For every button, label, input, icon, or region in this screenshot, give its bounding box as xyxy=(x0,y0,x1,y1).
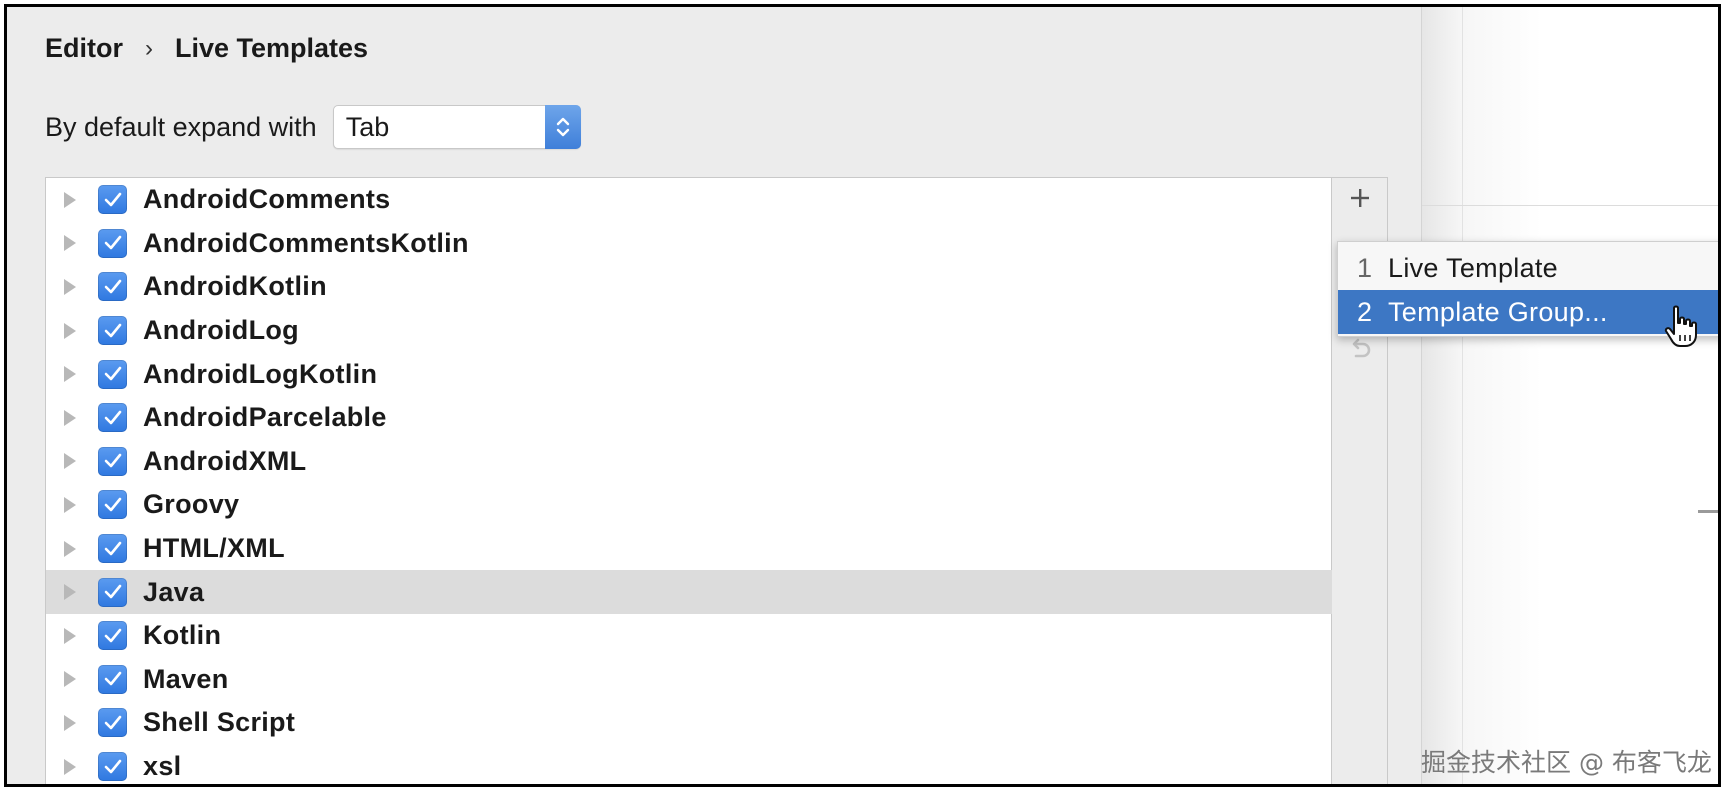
group-checkbox[interactable] xyxy=(98,664,127,694)
checkmark-icon xyxy=(104,192,121,207)
group-checkbox[interactable] xyxy=(98,185,127,215)
group-checkbox[interactable] xyxy=(98,228,127,258)
group-checkbox[interactable] xyxy=(98,359,127,389)
expand-arrow-icon[interactable] xyxy=(64,409,76,426)
template-group-label: AndroidComments xyxy=(143,184,391,215)
expand-arrow-icon[interactable] xyxy=(64,671,76,688)
template-group-label: Shell Script xyxy=(143,707,296,738)
group-checkbox[interactable] xyxy=(98,403,127,433)
menu-item-label: Live Template xyxy=(1388,252,1558,283)
expand-arrow-icon[interactable] xyxy=(64,366,76,383)
template-group-row[interactable]: AndroidLog xyxy=(46,309,1333,353)
expand-arrow-icon[interactable] xyxy=(64,584,76,601)
template-group-row[interactable]: AndroidCommentsKotlin xyxy=(46,222,1333,266)
group-checkbox[interactable] xyxy=(98,534,127,564)
menu-item-live-template[interactable]: 1 Live Template xyxy=(1338,246,1718,290)
expand-arrow-icon[interactable] xyxy=(64,191,76,208)
menu-item-number: 1 xyxy=(1356,252,1372,283)
expand-arrow-icon[interactable] xyxy=(64,758,76,775)
template-group-label: Java xyxy=(143,576,205,607)
template-group-row[interactable]: Groovy xyxy=(46,483,1333,527)
template-group-label: AndroidLog xyxy=(143,315,299,346)
checkmark-icon xyxy=(104,279,121,294)
checkmark-icon xyxy=(104,454,121,468)
checkmark-icon xyxy=(104,497,121,512)
expand-arrow-icon[interactable] xyxy=(64,714,76,731)
template-group-label: Maven xyxy=(143,663,229,694)
template-group-row[interactable]: Java xyxy=(46,570,1333,614)
template-group-row[interactable]: HTML/XML xyxy=(46,527,1333,571)
template-group-row[interactable]: Maven xyxy=(46,658,1333,702)
expand-arrow-icon[interactable] xyxy=(64,278,76,295)
template-group-row[interactable]: AndroidComments xyxy=(46,178,1333,222)
group-checkbox[interactable] xyxy=(98,708,127,738)
checkmark-icon xyxy=(104,410,121,425)
template-group-label: HTML/XML xyxy=(143,533,285,564)
template-group-row[interactable]: AndroidLogKotlin xyxy=(46,352,1333,396)
template-group-label: AndroidParcelable xyxy=(143,402,387,433)
expand-arrow-icon[interactable] xyxy=(64,322,76,339)
checkmark-icon xyxy=(104,759,121,773)
group-checkbox[interactable] xyxy=(98,577,127,607)
breadcrumb: Editor › Live Templates xyxy=(45,33,368,64)
divider xyxy=(1462,7,1463,784)
checkmark-icon xyxy=(104,236,121,250)
expand-arrow-icon[interactable] xyxy=(64,540,76,557)
breadcrumb-separator: › xyxy=(145,34,153,62)
menu-item-number: 2 xyxy=(1356,296,1372,327)
group-checkbox[interactable] xyxy=(98,316,127,346)
template-group-row[interactable]: xsl xyxy=(46,745,1333,784)
checkmark-icon xyxy=(104,628,121,643)
group-checkbox[interactable] xyxy=(98,446,127,476)
template-group-label: AndroidXML xyxy=(143,445,307,476)
group-checkbox[interactable] xyxy=(98,752,127,782)
watermark: 掘金技术社区 @ 布客飞龙 xyxy=(1421,748,1712,777)
checkmark-icon xyxy=(104,366,121,381)
expand-with-label: By default expand with xyxy=(45,111,317,142)
plus-icon xyxy=(1351,189,1369,207)
template-group-row[interactable]: Kotlin xyxy=(46,614,1333,658)
live-templates-panel: Editor › Live Templates By default expan… xyxy=(7,7,1421,784)
settings-window: Editor › Live Templates By default expan… xyxy=(4,4,1721,787)
splitter-handle[interactable] xyxy=(1698,510,1718,513)
template-group-row[interactable]: AndroidParcelable xyxy=(46,396,1333,440)
template-group-row[interactable]: Shell Script xyxy=(46,701,1333,745)
template-group-label: Groovy xyxy=(143,489,240,520)
checkmark-icon xyxy=(104,323,121,337)
breadcrumb-editor[interactable]: Editor xyxy=(45,33,123,64)
template-groups-rows: AndroidComments AndroidCommentsKotlin Andr… xyxy=(46,178,1333,784)
template-group-row[interactable]: AndroidXML xyxy=(46,440,1333,484)
template-details-panel xyxy=(1421,7,1718,784)
add-button[interactable] xyxy=(1332,178,1388,218)
menu-item-label: Template Group... xyxy=(1388,296,1608,327)
template-groups-list[interactable]: AndroidComments AndroidCommentsKotlin Andr… xyxy=(45,177,1333,784)
template-group-label: AndroidKotlin xyxy=(143,271,327,302)
expand-arrow-icon[interactable] xyxy=(64,496,76,513)
expand-arrow-icon[interactable] xyxy=(64,453,76,470)
template-group-label: xsl xyxy=(143,751,182,782)
group-checkbox[interactable] xyxy=(98,490,127,520)
divider xyxy=(1422,205,1718,206)
template-group-label: Kotlin xyxy=(143,620,222,651)
checkmark-icon xyxy=(104,584,121,599)
checkmark-icon xyxy=(104,672,121,686)
checkmark-icon xyxy=(104,541,121,555)
template-group-row[interactable]: AndroidKotlin xyxy=(46,265,1333,309)
template-group-label: AndroidCommentsKotlin xyxy=(143,227,469,258)
expand-with-row: By default expand with Tab xyxy=(45,105,581,149)
group-checkbox[interactable] xyxy=(98,621,127,651)
template-group-label: AndroidLogKotlin xyxy=(143,358,378,389)
breadcrumb-live-templates: Live Templates xyxy=(175,33,369,63)
expand-with-value: Tab xyxy=(345,112,390,142)
expand-arrow-icon[interactable] xyxy=(64,235,76,252)
expand-with-select[interactable]: Tab xyxy=(332,105,581,149)
checkmark-icon xyxy=(104,715,121,730)
select-arrows-icon xyxy=(544,105,581,149)
group-checkbox[interactable] xyxy=(98,272,127,302)
expand-arrow-icon[interactable] xyxy=(64,627,76,644)
hand-cursor-icon xyxy=(1664,305,1697,347)
undo-icon xyxy=(1352,338,1371,358)
